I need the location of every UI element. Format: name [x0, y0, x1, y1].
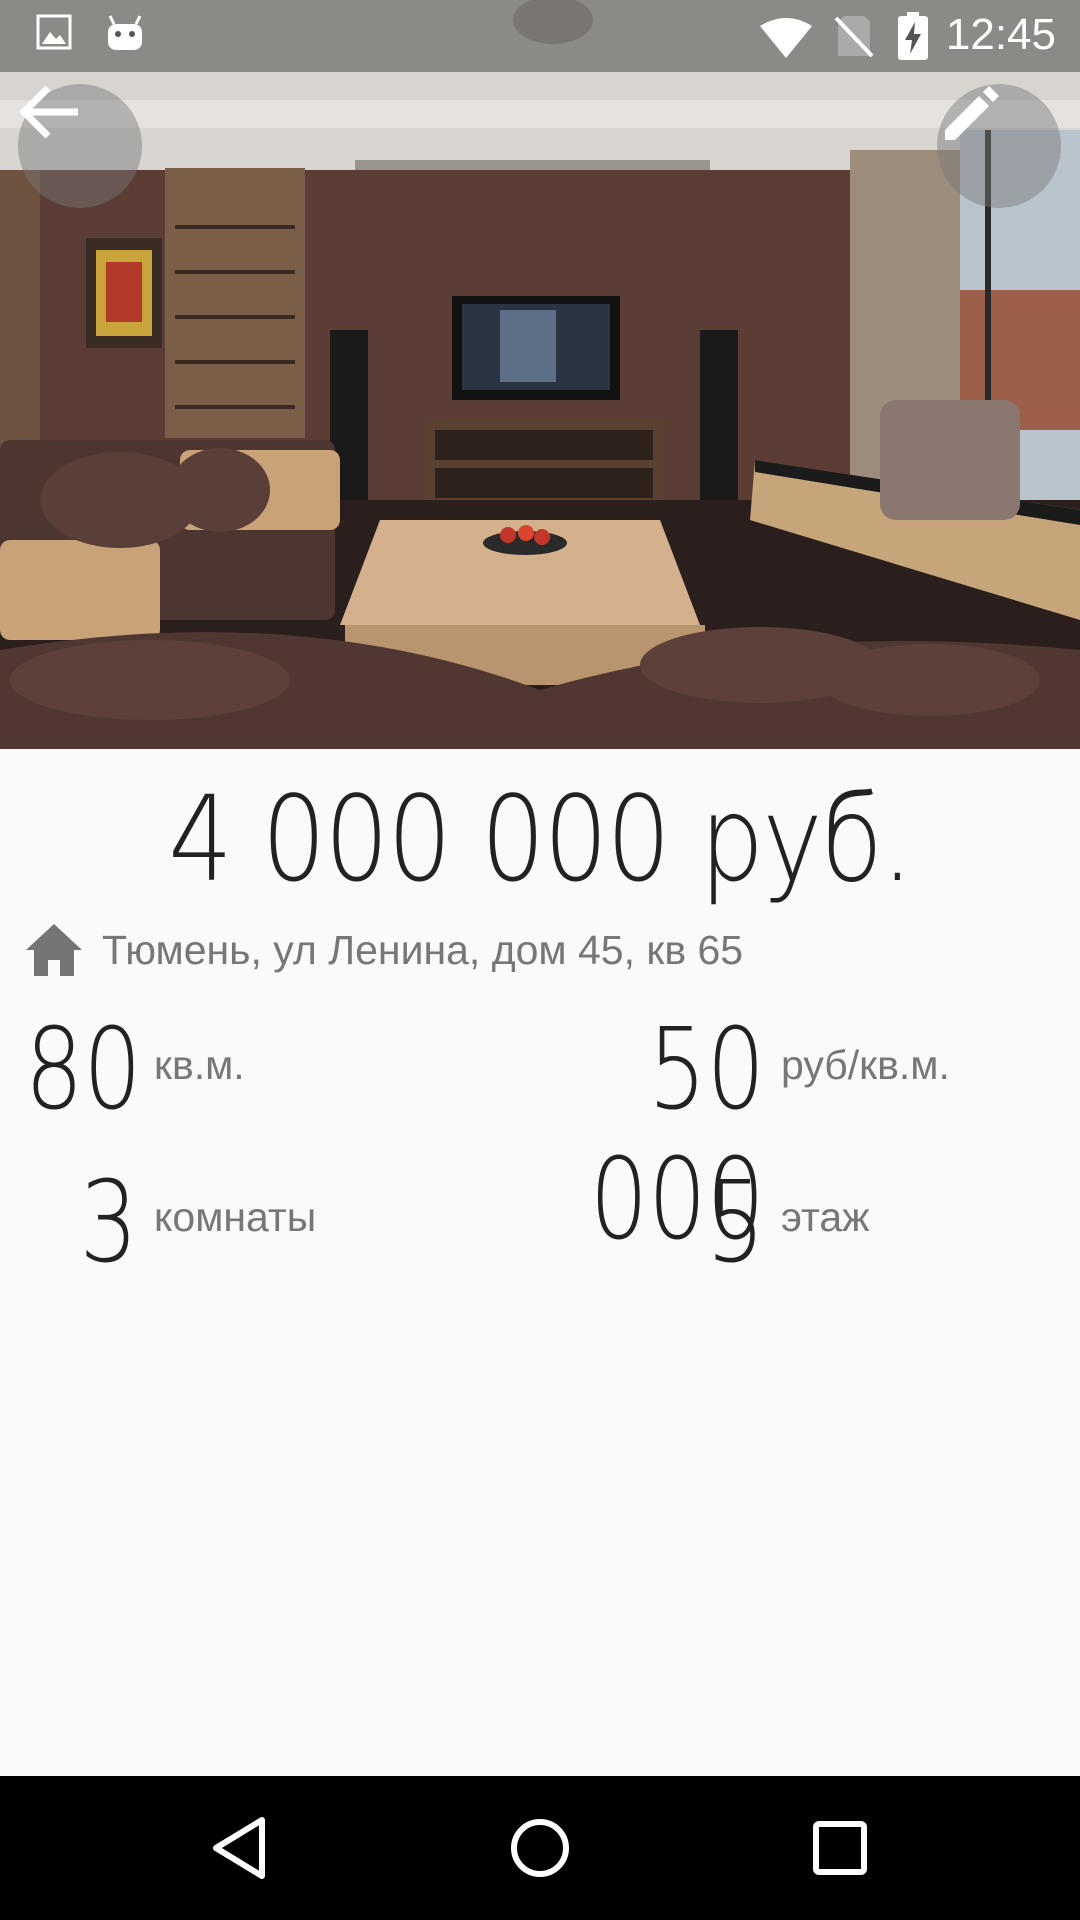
price-text: 4 000 000 руб. — [168, 770, 913, 908]
nav-back-icon — [213, 1817, 265, 1879]
price-per-m2-unit: руб/кв.м. — [781, 1042, 950, 1088]
floor-value: 5 — [706, 1158, 765, 1288]
rooms-unit: комнаты — [154, 1194, 317, 1240]
clock: 12:45 — [945, 10, 1056, 59]
nav-home-button[interactable] — [500, 1808, 580, 1888]
area-unit: кв.м. — [154, 1042, 245, 1088]
edit-button[interactable] — [937, 84, 1061, 208]
navigation-bar — [0, 1776, 1080, 1920]
nav-home-icon — [511, 1819, 569, 1877]
back-button[interactable] — [18, 84, 142, 208]
area-value: 80 — [24, 1005, 142, 1135]
nav-back-button[interactable] — [200, 1808, 280, 1888]
status-bar: 12:45 — [0, 0, 1080, 72]
rooms-value: 3 — [79, 1158, 138, 1288]
apartment-photo: 12:45 — [0, 0, 1080, 749]
nav-recents-icon — [813, 1821, 867, 1875]
floor-unit: этаж — [781, 1194, 870, 1240]
address-row: Тюмень, ул Ленина, дом 45, кв 65 — [24, 918, 743, 982]
address-text: Тюмень, ул Ленина, дом 45, кв 65 — [102, 926, 744, 973]
home-icon — [24, 922, 84, 978]
nav-recents-button[interactable] — [800, 1808, 880, 1888]
